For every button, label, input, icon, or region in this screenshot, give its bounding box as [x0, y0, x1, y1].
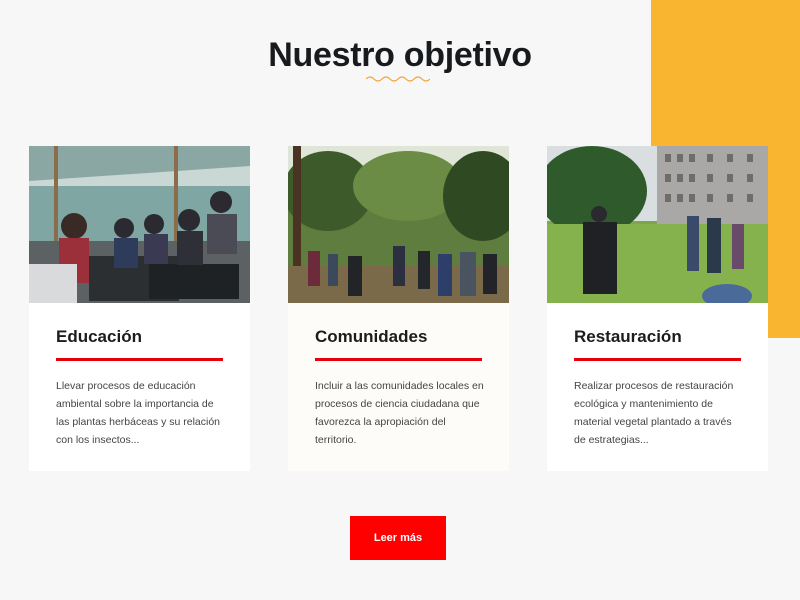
- card-comunidades[interactable]: Comunidades Incluir a las comunidades lo…: [288, 146, 509, 471]
- card-image-restauracion: [547, 146, 768, 303]
- card-image-comunidades: [288, 146, 509, 303]
- card-title: Restauración: [574, 327, 682, 346]
- card-description: Realizar procesos de restauración ecológ…: [574, 380, 734, 446]
- card-title-underline: [315, 358, 482, 361]
- card-educacion[interactable]: Educación Llevar procesos de educación a…: [29, 146, 250, 471]
- card-title-underline: [56, 358, 223, 361]
- title-squiggle-decoration: [366, 76, 430, 82]
- card-description: Incluir a las comunidades locales en pro…: [315, 380, 484, 446]
- card-restauracion[interactable]: Restauración Realizar procesos de restau…: [547, 146, 768, 471]
- card-title: Educación: [56, 327, 142, 346]
- card-title-underline: [574, 358, 741, 361]
- section-title: Nuestro objetivo: [268, 36, 532, 74]
- card-image-educacion: [29, 146, 250, 303]
- card-description: Llevar procesos de educación ambiental s…: [56, 380, 221, 446]
- card-title: Comunidades: [315, 327, 428, 346]
- read-more-button[interactable]: Leer más: [350, 516, 446, 560]
